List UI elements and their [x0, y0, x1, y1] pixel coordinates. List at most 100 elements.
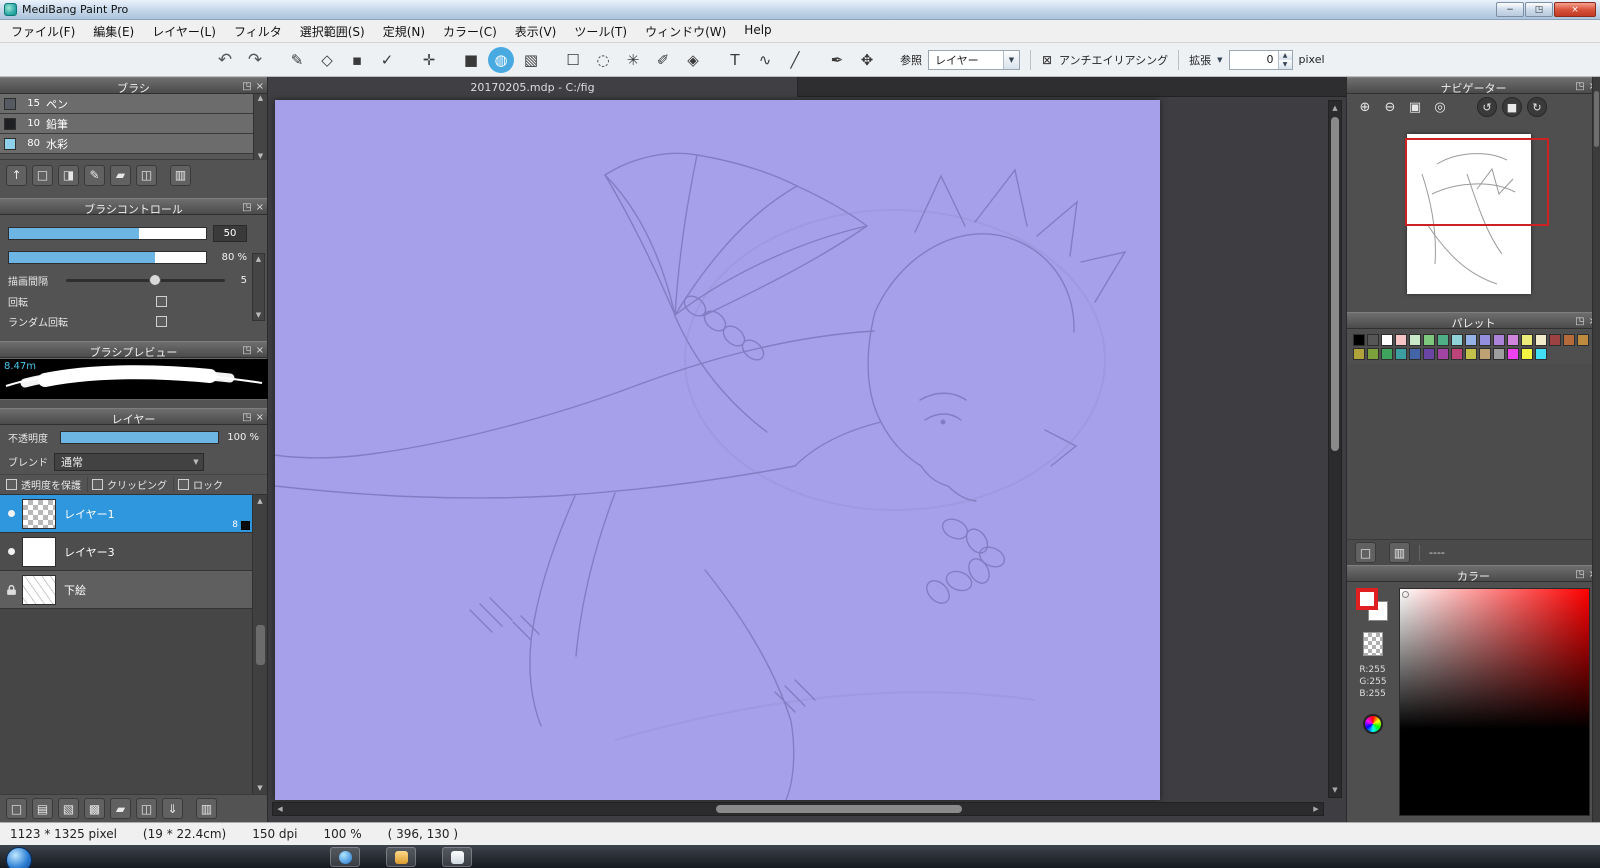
menu-item[interactable]: 選択範囲(S): [291, 20, 374, 43]
layer-folder-icon[interactable]: ▰: [110, 798, 131, 819]
brush-list-item[interactable]: 80 水彩: [0, 134, 253, 154]
brush-list-item[interactable]: 15 ペン: [0, 94, 253, 114]
zoom-actual-icon[interactable]: ◎: [1430, 97, 1450, 117]
foreground-color-swatch[interactable]: [1356, 588, 1378, 610]
close-button[interactable]: ×: [1554, 2, 1596, 17]
rotate-cw-icon[interactable]: ↻: [1527, 97, 1547, 117]
palette-swatch[interactable]: [1409, 334, 1421, 346]
minimize-button[interactable]: −: [1496, 2, 1524, 17]
dot-tool[interactable]: ▪: [344, 47, 370, 73]
operation-tool[interactable]: ∿: [752, 47, 778, 73]
expand-value-input[interactable]: 0 ▲ ▼: [1228, 49, 1293, 70]
palette-swatch[interactable]: [1353, 348, 1365, 360]
blend-mode-select[interactable]: 通常 ▼: [54, 452, 204, 471]
right-panel-scrollbar[interactable]: [1592, 77, 1600, 822]
palette-swatch[interactable]: [1381, 348, 1393, 360]
brush-opacity-slider[interactable]: [8, 250, 207, 264]
fill-tool[interactable]: ■: [458, 47, 484, 73]
brush-size-slider[interactable]: [8, 226, 207, 240]
antialias-checkbox[interactable]: ⊠: [1041, 53, 1053, 67]
brush-control-scrollbar[interactable]: ▲ ▼: [252, 253, 265, 321]
color-wheel-icon[interactable]: [1363, 714, 1383, 734]
close-icon[interactable]: ×: [256, 80, 264, 93]
menu-item[interactable]: ウィンドウ(W): [636, 20, 735, 43]
brush-folder-icon[interactable]: ▰: [110, 164, 131, 186]
eyedropper-tool[interactable]: ✒: [824, 47, 850, 73]
popout-icon[interactable]: ◳: [242, 80, 251, 93]
delete-layer-icon[interactable]: ▥: [196, 798, 217, 819]
taskbar-app-1[interactable]: [330, 847, 360, 867]
select-lasso-tool[interactable]: ◌: [590, 47, 616, 73]
popout-icon[interactable]: ◳: [1575, 315, 1584, 328]
merge-layer-icon[interactable]: ⇓: [162, 798, 183, 819]
palette-swatch[interactable]: [1381, 334, 1393, 346]
palette-swatch[interactable]: [1549, 334, 1561, 346]
chevron-down-icon[interactable]: ▼: [1217, 56, 1222, 64]
undo-button[interactable]: ↶: [212, 47, 238, 73]
zoom-in-icon[interactable]: ⊕: [1355, 97, 1375, 117]
rotation-checkbox[interactable]: [156, 295, 167, 307]
clipping-checkbox[interactable]: [92, 479, 103, 490]
scroll-down-icon[interactable]: ▼: [1332, 783, 1337, 797]
palette-swatch[interactable]: [1437, 348, 1449, 360]
navigator-preview[interactable]: [1347, 120, 1600, 312]
menu-item[interactable]: レイヤー(L): [143, 20, 225, 43]
palette-swatch[interactable]: [1395, 334, 1407, 346]
palette-swatch[interactable]: [1521, 348, 1533, 360]
layer-row[interactable]: レイヤー3: [0, 533, 252, 571]
layer-row[interactable]: レイヤー1 8: [0, 495, 252, 533]
palette-swatch[interactable]: [1493, 334, 1505, 346]
saturation-value-picker[interactable]: [1399, 588, 1590, 816]
vertical-scrollbar[interactable]: ▲ ▼: [1328, 100, 1342, 798]
duplicate-layer-icon[interactable]: ◫: [136, 798, 157, 819]
duplicate-brush-icon[interactable]: ◫: [136, 164, 157, 186]
lock-checkbox[interactable]: [178, 479, 189, 490]
start-button[interactable]: [6, 847, 32, 868]
protect-alpha-checkbox[interactable]: [6, 479, 17, 490]
layer-opacity-slider[interactable]: [60, 430, 219, 444]
spinner[interactable]: ▲ ▼: [1277, 50, 1292, 69]
menu-item[interactable]: カラー(C): [434, 20, 506, 43]
taskbar-app-3[interactable]: [442, 847, 472, 867]
select-rect-tool[interactable]: ☐: [560, 47, 586, 73]
move-tool[interactable]: ✛: [416, 47, 442, 73]
random-rotation-checkbox[interactable]: [156, 315, 167, 327]
zoom-out-icon[interactable]: ⊖: [1380, 97, 1400, 117]
select-eraser-tool[interactable]: ◈: [680, 47, 706, 73]
palette-swatch[interactable]: [1507, 334, 1519, 346]
popout-icon[interactable]: ◳: [1575, 568, 1584, 581]
title-bar[interactable]: MediBang Paint Pro − ◳ ×: [0, 0, 1600, 20]
drawing-canvas[interactable]: [274, 100, 1160, 801]
menu-item[interactable]: 定規(N): [374, 20, 434, 43]
vscroll-thumb[interactable]: [1331, 117, 1339, 451]
palette-swatch[interactable]: [1479, 334, 1491, 346]
brush-tool[interactable]: ✎: [284, 47, 310, 73]
viewport-rectangle[interactable]: [1405, 138, 1549, 226]
menu-item[interactable]: フィルタ: [225, 20, 291, 43]
transparent-color-swatch[interactable]: [1363, 632, 1383, 656]
foreground-background-swatches[interactable]: [1356, 588, 1390, 624]
palette-swatch[interactable]: [1577, 334, 1589, 346]
palette-swatch[interactable]: [1423, 348, 1435, 360]
add-brush-icon[interactable]: □: [32, 164, 53, 186]
add-brush-menu-icon[interactable]: ◨: [58, 164, 79, 186]
add-color-icon[interactable]: □: [1355, 542, 1376, 563]
redo-button[interactable]: ↷: [242, 47, 268, 73]
color-picker-cursor[interactable]: [1402, 591, 1409, 598]
select-pen-tool[interactable]: ✐: [650, 47, 676, 73]
popout-icon[interactable]: ◳: [242, 201, 251, 214]
text-tool[interactable]: T: [722, 47, 748, 73]
maximize-button[interactable]: ◳: [1525, 2, 1553, 17]
close-icon[interactable]: ×: [256, 344, 264, 357]
palette-swatch[interactable]: [1409, 348, 1421, 360]
gradient-tool[interactable]: ▧: [518, 47, 544, 73]
delete-brush-icon[interactable]: ▥: [170, 164, 191, 186]
lock-icon[interactable]: [0, 584, 22, 596]
visibility-icon[interactable]: [0, 510, 22, 517]
palette-swatch[interactable]: [1465, 334, 1477, 346]
palette-swatch[interactable]: [1437, 334, 1449, 346]
brush-list-scrollbar[interactable]: ▲ ▼: [253, 94, 267, 160]
rotate-ccw-icon[interactable]: ↺: [1477, 97, 1497, 117]
delete-color-icon[interactable]: ▥: [1389, 542, 1410, 563]
popout-icon[interactable]: ◳: [1575, 80, 1584, 93]
